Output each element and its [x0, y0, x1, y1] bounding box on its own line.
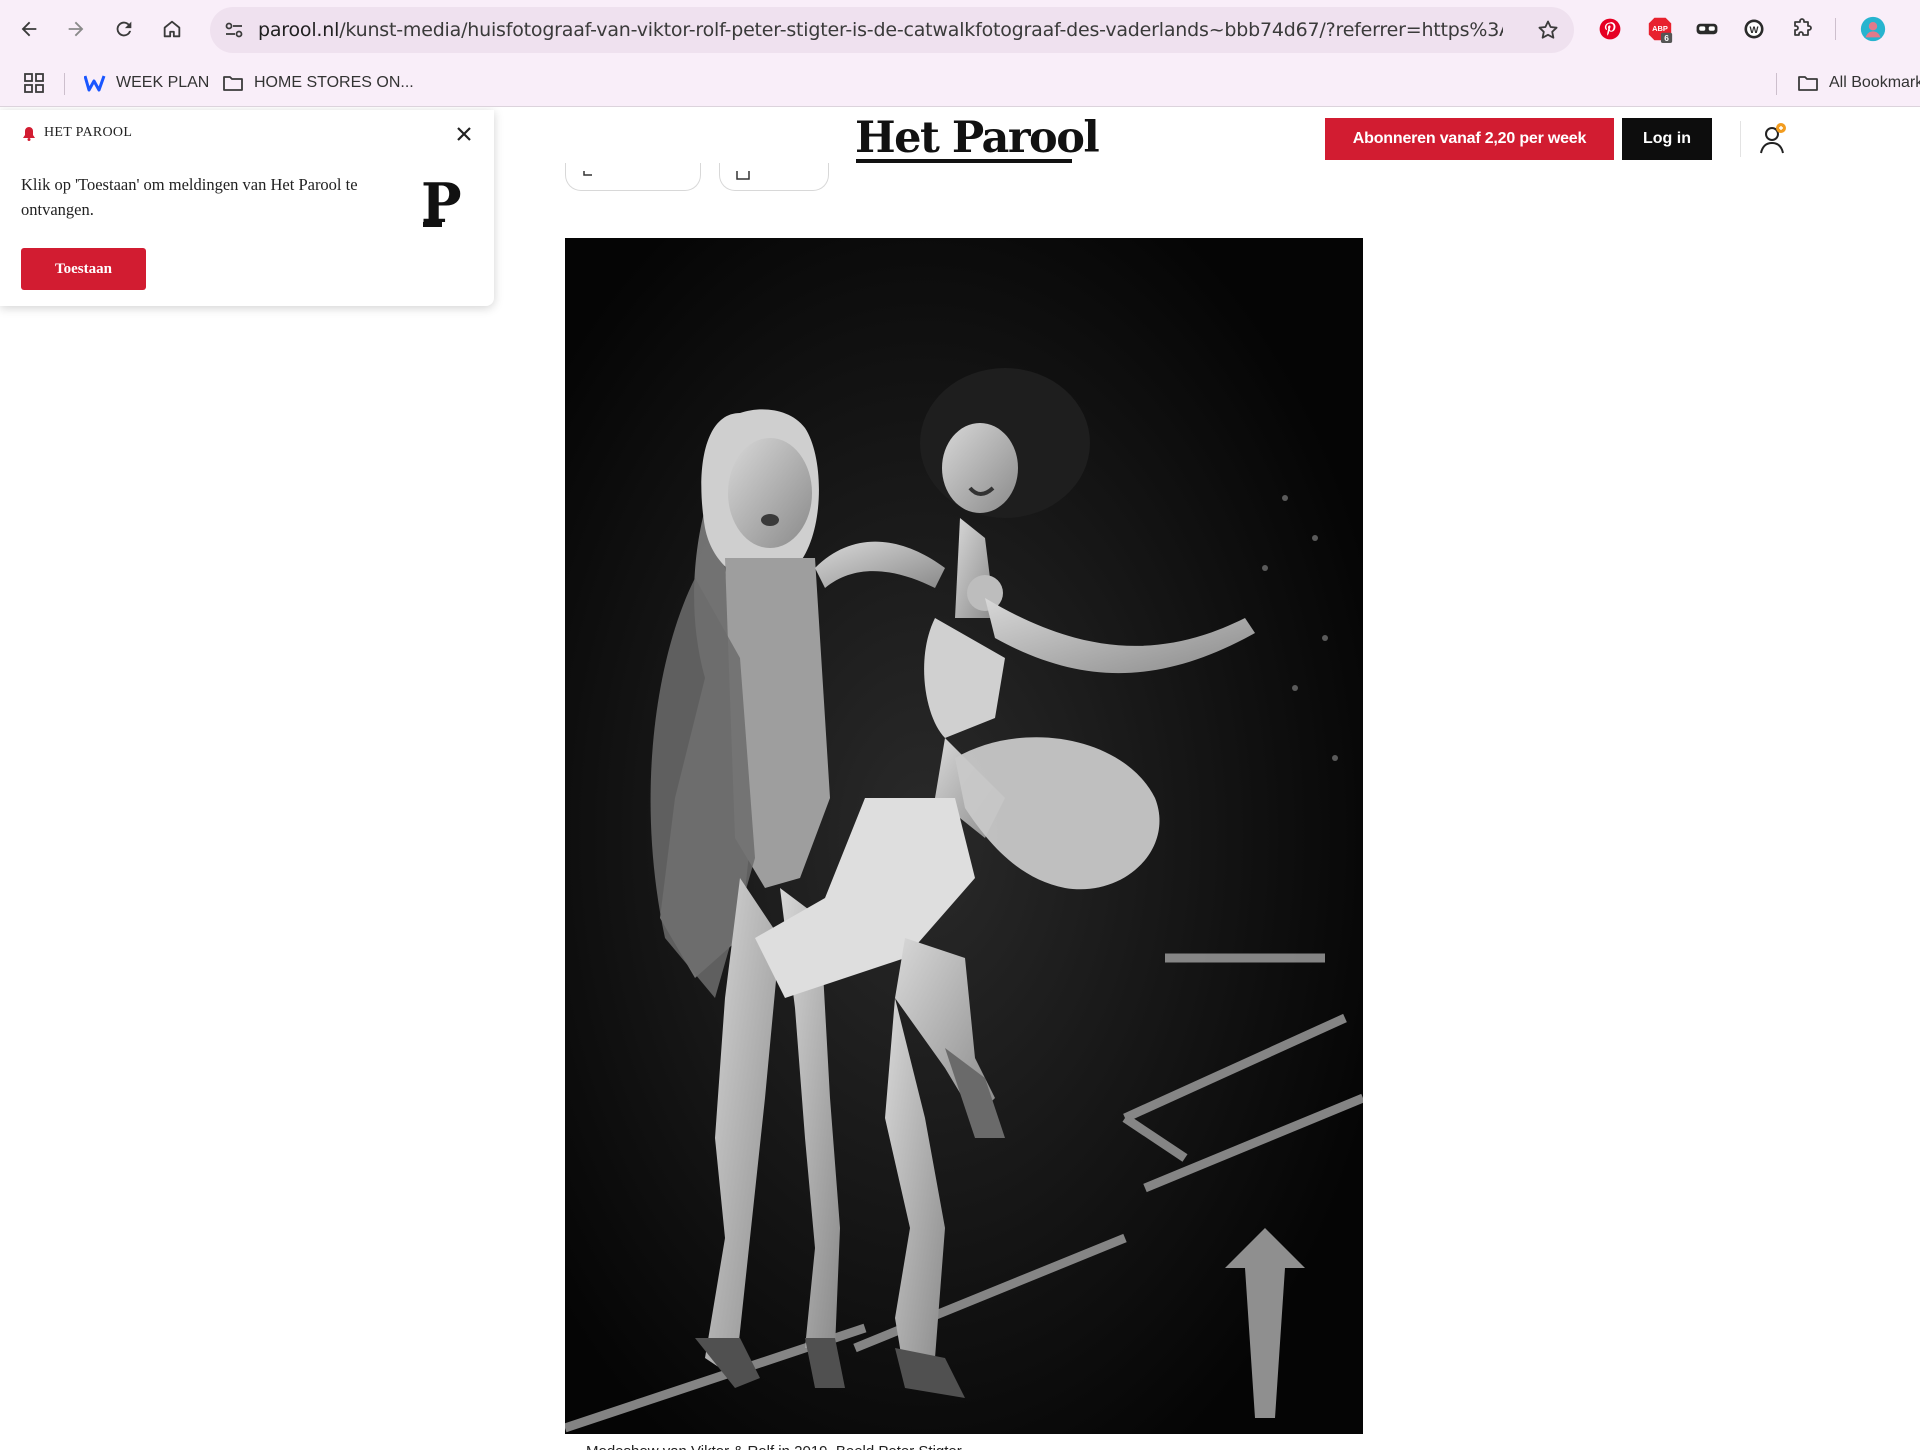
reload-button[interactable] — [106, 11, 142, 47]
reload-icon — [116, 21, 132, 37]
notification-source: HET PAROOL — [44, 125, 133, 140]
site-logo[interactable]: Het Parool — [855, 113, 1100, 163]
header-divider — [1740, 121, 1741, 157]
photo-caption: Modeshow van Viktor & Rolf in 2019. Beel… — [586, 1443, 962, 1450]
pinterest-icon[interactable] — [1595, 14, 1625, 44]
arrow-right-icon — [68, 21, 84, 37]
bookmark-star-icon[interactable] — [1536, 18, 1560, 42]
notification-message: Klik op 'Toestaan' om meldingen van Het … — [21, 175, 358, 219]
arrow-left-icon — [21, 21, 37, 37]
adblock-badge: 6 — [1664, 33, 1669, 43]
bookmarks-bar: WEEK PLAN HOME STORES ON... All Bookmark… — [0, 60, 1920, 107]
site-settings-icon[interactable] — [222, 18, 246, 42]
profile-avatar-icon[interactable] — [1858, 14, 1888, 44]
browser-toolbar: parool.nl/kunst-media/huisfotograaf-van-… — [0, 0, 1920, 60]
bookmark-label: WEEK PLAN — [116, 74, 210, 91]
w-circle-icon[interactable]: W — [1739, 14, 1769, 44]
puzzle-extensions-icon[interactable] — [1787, 14, 1817, 44]
notification-popup: HET PAROOL Klik op 'Toestaan' om melding… — [0, 110, 494, 306]
notification-header: HET PAROOL — [22, 125, 132, 141]
share-pill-button[interactable] — [565, 163, 701, 191]
login-button[interactable]: Log in — [1622, 118, 1712, 160]
bookmarks-separator — [1776, 73, 1777, 95]
apps-grid-button[interactable] — [23, 70, 45, 96]
incognito-mask-icon[interactable] — [1692, 14, 1722, 44]
url-path: /kunst-media/huisfotograaf-van-viktor-ro… — [339, 19, 1503, 41]
allow-notifications-button[interactable]: Toestaan — [21, 248, 146, 290]
url-host: parool.nl — [258, 19, 340, 41]
parool-p-logo-bar — [423, 222, 442, 227]
address-bar[interactable]: parool.nl/kunst-media/huisfotograaf-van-… — [210, 7, 1574, 53]
forward-button[interactable] — [58, 11, 94, 47]
logo-underline — [856, 159, 1072, 163]
bookmark-icon — [736, 171, 750, 180]
subscribe-button[interactable]: Abonneren vanaf 2,20 per week — [1325, 118, 1614, 160]
url-text[interactable]: parool.nl/kunst-media/huisfotograaf-van-… — [258, 19, 1503, 41]
article-photo — [565, 238, 1363, 1434]
home-icon — [163, 20, 181, 38]
toolbar-separator — [1835, 18, 1836, 40]
w-logo-icon — [84, 75, 106, 92]
all-bookmarks-button[interactable]: All Bookmarks — [1797, 70, 1920, 96]
page-content: Het Parool Abonneren vanaf 2,20 per week… — [0, 107, 1920, 1450]
save-pill-button[interactable] — [719, 163, 829, 191]
share-icon — [583, 171, 592, 176]
bookmark-week-plan[interactable]: WEEK PLAN — [84, 70, 209, 96]
bookmarks-separator — [64, 73, 65, 95]
svg-text:ABP: ABP — [1652, 24, 1668, 33]
apps-grid-icon — [24, 73, 44, 93]
bookmark-label: HOME STORES ON... — [254, 74, 414, 91]
all-bookmarks-label: All Bookmarks — [1829, 74, 1920, 91]
home-button[interactable] — [154, 11, 190, 47]
adblock-icon[interactable]: ABP 6 — [1645, 14, 1675, 44]
browser-chrome: parool.nl/kunst-media/huisfotograaf-van-… — [0, 0, 1920, 107]
bookmark-home-stores[interactable]: HOME STORES ON... — [222, 70, 414, 96]
folder-icon — [1798, 76, 1818, 91]
account-icon[interactable] — [1758, 121, 1788, 157]
bell-icon — [23, 126, 35, 141]
svg-text:W: W — [1750, 25, 1759, 36]
back-button[interactable] — [11, 11, 47, 47]
folder-icon — [223, 76, 243, 91]
close-icon[interactable] — [454, 124, 474, 144]
